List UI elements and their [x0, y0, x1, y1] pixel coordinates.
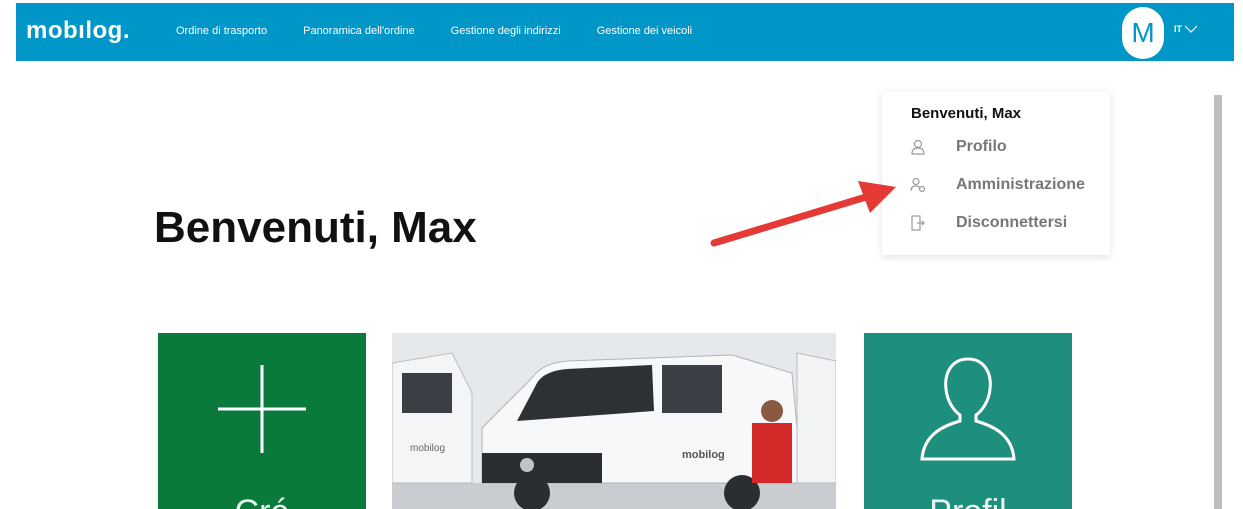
- create-tile-label: Cré: [158, 493, 366, 509]
- red-annotation-arrow: [710, 181, 896, 247]
- user-icon: [910, 139, 926, 155]
- menu-item-profilo[interactable]: Profilo: [882, 133, 1110, 161]
- svg-text:mobilog: mobilog: [410, 443, 445, 454]
- menu-item-amministrazione[interactable]: Amministrazione: [882, 171, 1110, 199]
- logout-icon: [910, 215, 926, 231]
- nav-ordine-di-trasporto[interactable]: Ordine di trasporto: [176, 25, 267, 37]
- welcome-heading: Benvenuti, Max: [154, 203, 477, 252]
- nav-gestione-veicoli[interactable]: Gestione dei veicoli: [597, 25, 692, 37]
- mobilog-logo[interactable]: mobılog.: [26, 17, 130, 45]
- top-navigation-bar: mobılog. Ordine di trasporto Panoramica …: [16, 3, 1234, 61]
- van-photo: mobilog mobilog: [392, 333, 836, 509]
- create-order-tile[interactable]: Cré: [158, 333, 366, 509]
- nav-panoramica-ordine[interactable]: Panoramica dell'ordine: [303, 25, 415, 37]
- menu-item-disconnettersi[interactable]: Disconnettersi: [882, 209, 1110, 237]
- user-outline-icon: [920, 357, 1016, 461]
- svg-text:mobilog: mobilog: [682, 449, 725, 461]
- vertical-scrollbar[interactable]: [1214, 95, 1222, 509]
- language-code: IT: [1174, 24, 1182, 34]
- menu-item-label: Profilo: [956, 138, 1007, 155]
- admin-user-icon: [910, 177, 926, 193]
- app-window: mobılog. Ordine di trasporto Panoramica …: [16, 3, 1234, 509]
- user-dropdown-menu: Benvenuti, Max Profilo Amministrazione D…: [882, 91, 1110, 255]
- user-avatar[interactable]: M: [1122, 7, 1164, 59]
- plus-icon: [218, 365, 306, 453]
- menu-item-label: Amministrazione: [956, 176, 1085, 193]
- chevron-down-icon: [1184, 25, 1198, 33]
- nav-gestione-indirizzi[interactable]: Gestione degli indirizzi: [451, 25, 561, 37]
- profile-tile-label: Profil: [864, 493, 1072, 509]
- menu-item-label: Disconnettersi: [956, 214, 1068, 231]
- language-selector[interactable]: IT: [1174, 24, 1198, 34]
- dropdown-greeting: Benvenuti, Max: [911, 105, 1022, 122]
- delivery-van-photo: mobilog mobilog: [392, 333, 836, 509]
- main-nav: Ordine di trasporto Panoramica dell'ordi…: [176, 25, 692, 37]
- profile-tile[interactable]: Profil: [864, 333, 1072, 509]
